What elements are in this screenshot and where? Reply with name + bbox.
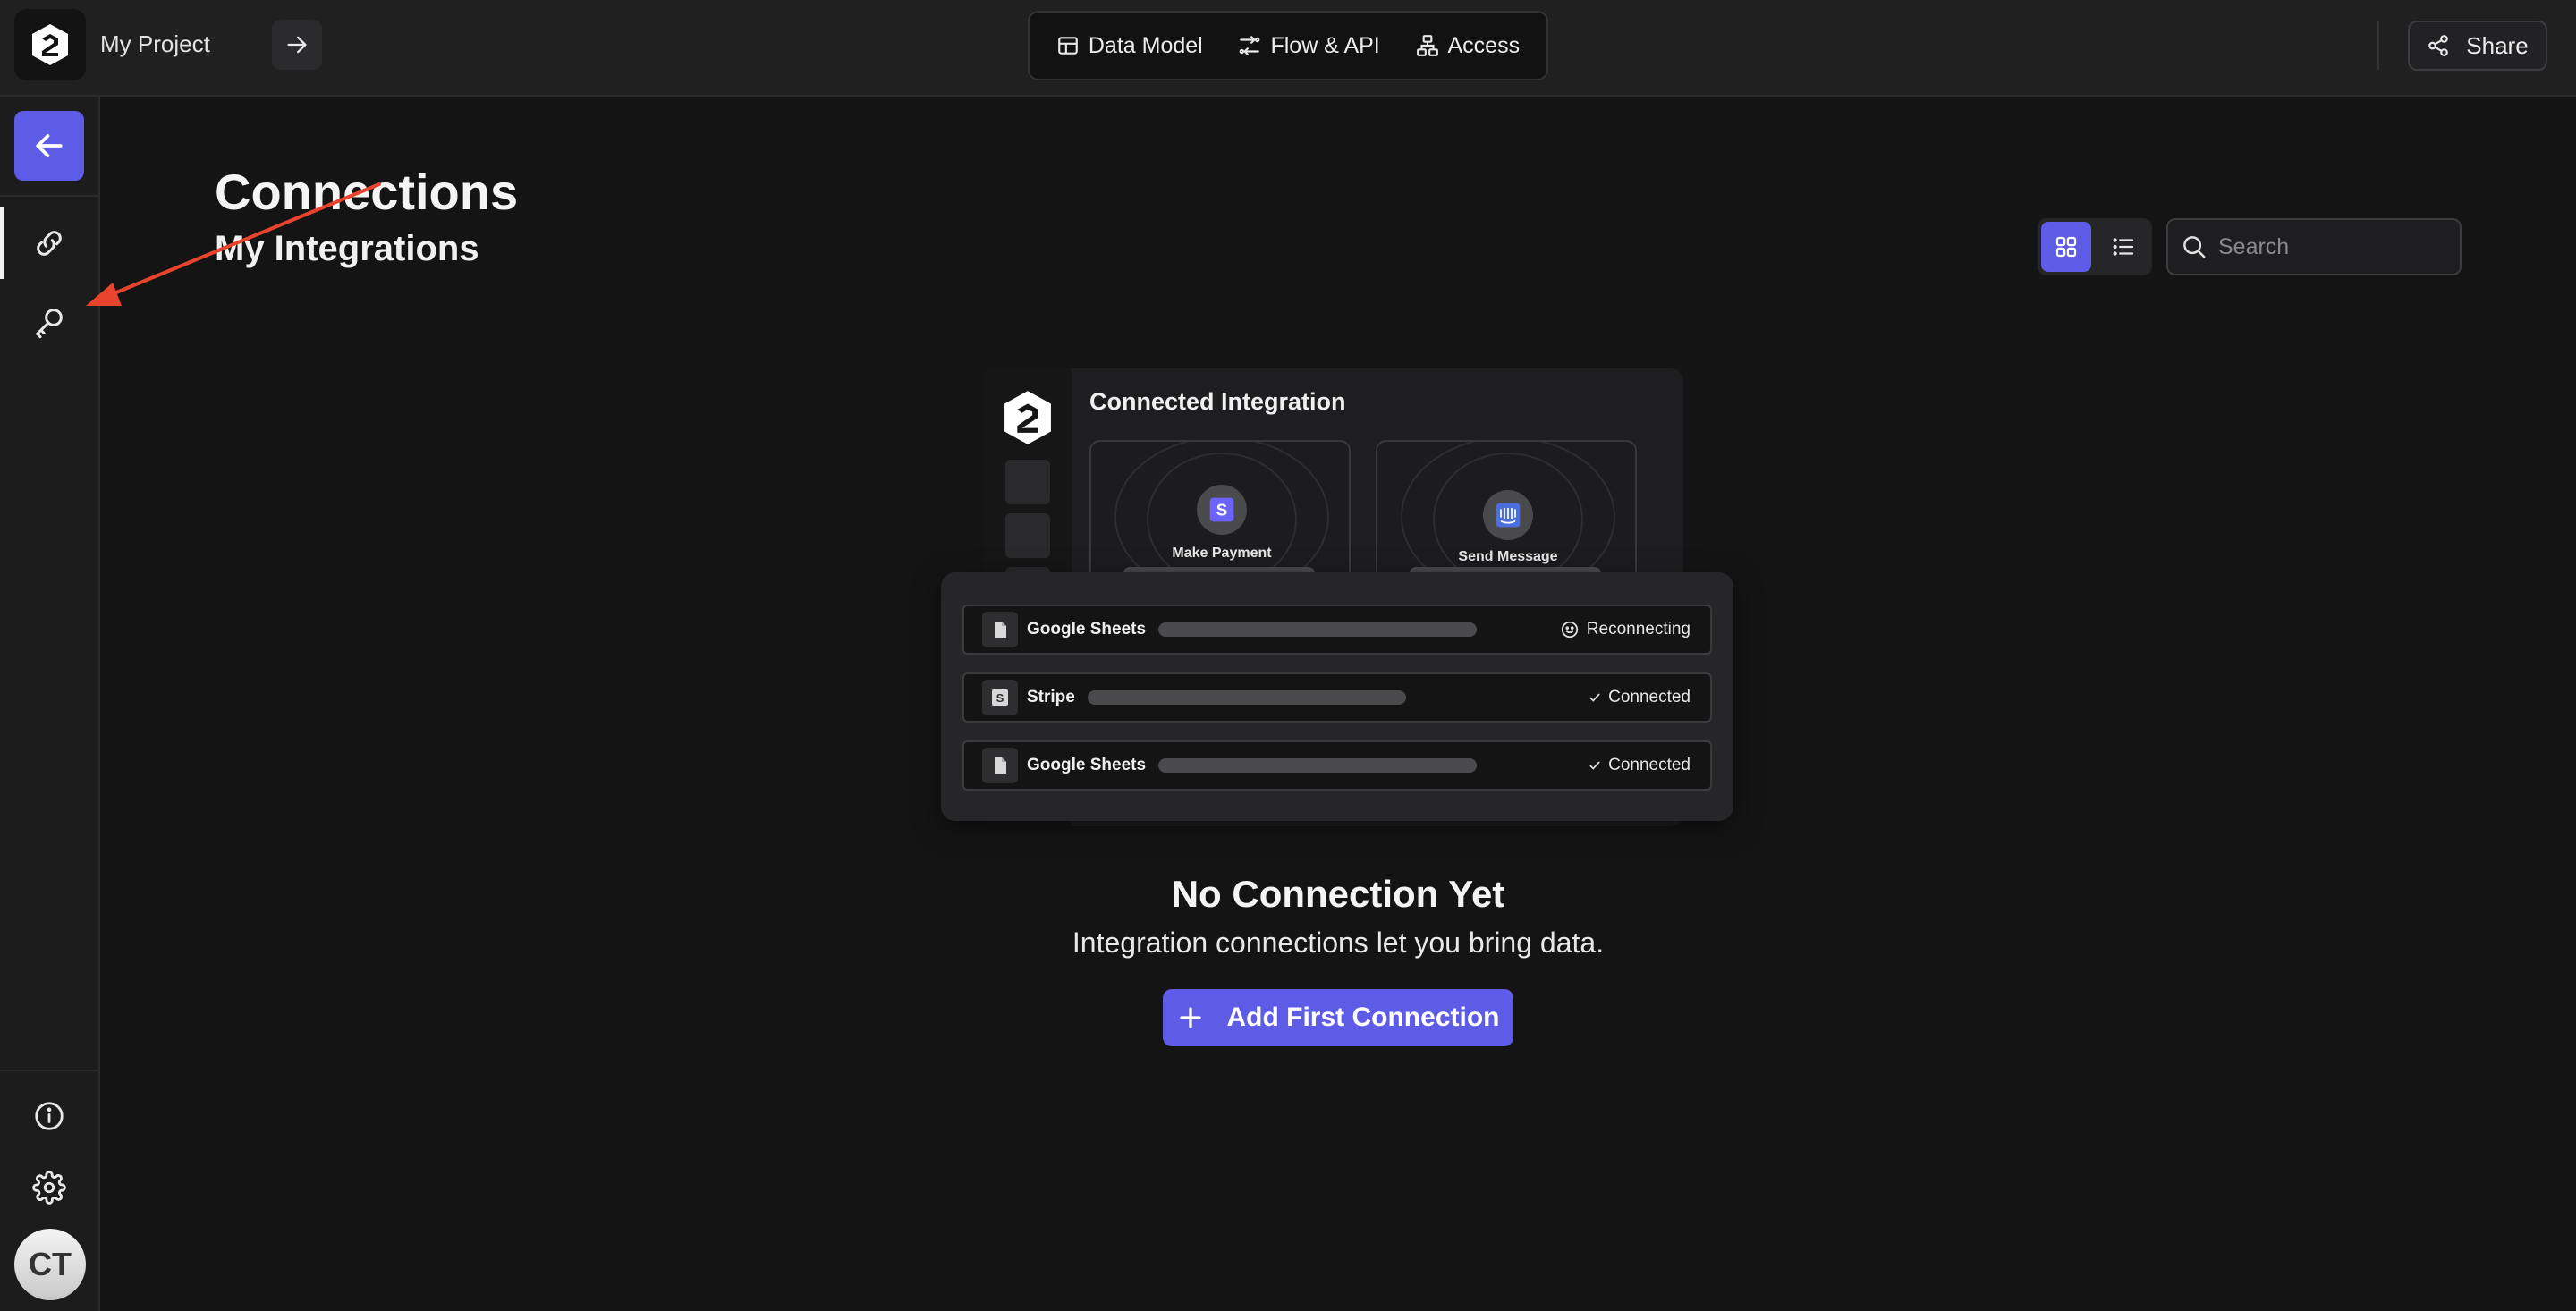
empty-state-title: No Connection Yet <box>1171 873 1505 915</box>
svg-text:S: S <box>996 691 1004 705</box>
link-icon <box>37 231 62 256</box>
svg-text:S: S <box>1216 501 1227 520</box>
document-icon <box>982 748 1018 783</box>
sidebar-item-api-keys[interactable] <box>0 286 98 358</box>
tab-label: Data Model <box>1088 32 1203 58</box>
key-icon <box>36 309 63 339</box>
back-button[interactable] <box>14 111 84 181</box>
card-label: Make Payment <box>1172 546 1272 561</box>
connection-list-preview: Google Sheets Reconnecting S Stripe Conn… <box>941 572 1733 821</box>
status-badge: Connected <box>1589 756 1690 775</box>
placeholder-bar <box>1158 622 1478 637</box>
sidebar-item-connections[interactable] <box>0 207 98 279</box>
add-first-connection-button[interactable]: Add First Connection <box>1163 989 1513 1046</box>
top-bar: My Project Data Model Flow & API Access <box>0 0 2576 97</box>
divider <box>2377 21 2379 70</box>
list-item: Google Sheets Reconnecting <box>962 605 1712 655</box>
illustration-title: Connected Integration <box>1089 388 1346 415</box>
arrow-left-icon <box>36 134 63 157</box>
list-view-button[interactable] <box>2098 222 2148 272</box>
view-toggle <box>2038 218 2152 275</box>
expand-sidebar-button[interactable] <box>272 20 322 70</box>
intercom-icon <box>1483 490 1533 540</box>
document-icon <box>982 612 1018 647</box>
card-label: Send Message <box>1458 549 1558 564</box>
list-icon <box>2113 238 2134 256</box>
list-item: Google Sheets Connected <box>962 740 1712 791</box>
status-text: Reconnecting <box>1586 620 1690 639</box>
search-box[interactable] <box>2166 218 2462 275</box>
reconnecting-icon <box>1561 621 1578 639</box>
info-icon <box>35 1102 64 1130</box>
sidebar-divider <box>0 195 100 197</box>
tab-data-model[interactable]: Data Model <box>1044 26 1216 66</box>
logo-icon <box>1004 391 1051 444</box>
share-icon <box>2428 35 2449 56</box>
share-label: Share <box>2466 31 2529 59</box>
arrow-right-icon <box>287 36 307 54</box>
main-nav: Data Model Flow & API Access <box>1028 11 1548 80</box>
list-item: S Stripe Connected <box>962 672 1712 723</box>
status-badge: Reconnecting <box>1560 620 1690 639</box>
share-button[interactable]: Share <box>2408 21 2547 71</box>
sidebar: CT <box>0 97 100 1311</box>
tab-label: Access <box>1447 32 1521 58</box>
tab-flow-api[interactable]: Flow & API <box>1225 26 1392 66</box>
empty-state-description: Integration connections let you bring da… <box>1072 926 1605 959</box>
search-icon <box>2183 236 2206 258</box>
placeholder-square <box>1005 513 1050 558</box>
status-text: Connected <box>1608 756 1690 774</box>
check-icon <box>1589 761 1600 770</box>
logo-icon <box>32 24 68 65</box>
project-name[interactable]: My Project <box>100 30 210 58</box>
page-title: Connections <box>215 164 519 220</box>
plus-icon <box>1179 1007 1201 1028</box>
search-input[interactable] <box>2218 233 2451 260</box>
connection-name: Stripe <box>1027 688 1075 706</box>
grid-icon <box>2055 236 2077 258</box>
sidebar-item-info[interactable] <box>0 1080 98 1152</box>
status-text: Connected <box>1608 688 1690 706</box>
placeholder-bar <box>1087 690 1406 705</box>
flow-icon <box>1240 36 1260 55</box>
status-badge: Connected <box>1589 688 1690 707</box>
table-icon <box>1058 37 1078 55</box>
user-avatar[interactable]: CT <box>14 1229 86 1300</box>
sidebar-divider <box>0 1070 100 1071</box>
stripe-icon: S <box>982 680 1018 715</box>
tab-label: Flow & API <box>1270 32 1380 58</box>
sitemap-icon <box>1416 35 1438 56</box>
sidebar-item-settings[interactable] <box>0 1152 98 1223</box>
placeholder-bar <box>1158 758 1478 773</box>
stripe-icon: S <box>1197 485 1247 535</box>
add-button-label: Add First Connection <box>1226 1002 1500 1032</box>
placeholder-square <box>1005 460 1050 504</box>
tab-access[interactable]: Access <box>1403 26 1533 66</box>
check-icon <box>1589 693 1600 702</box>
page-subtitle: My Integrations <box>215 229 479 268</box>
connection-name: Google Sheets <box>1027 620 1147 639</box>
gear-icon <box>32 1171 66 1205</box>
app-logo[interactable] <box>14 9 86 80</box>
grid-view-button[interactable] <box>2041 222 2091 272</box>
connection-name: Google Sheets <box>1027 756 1147 774</box>
